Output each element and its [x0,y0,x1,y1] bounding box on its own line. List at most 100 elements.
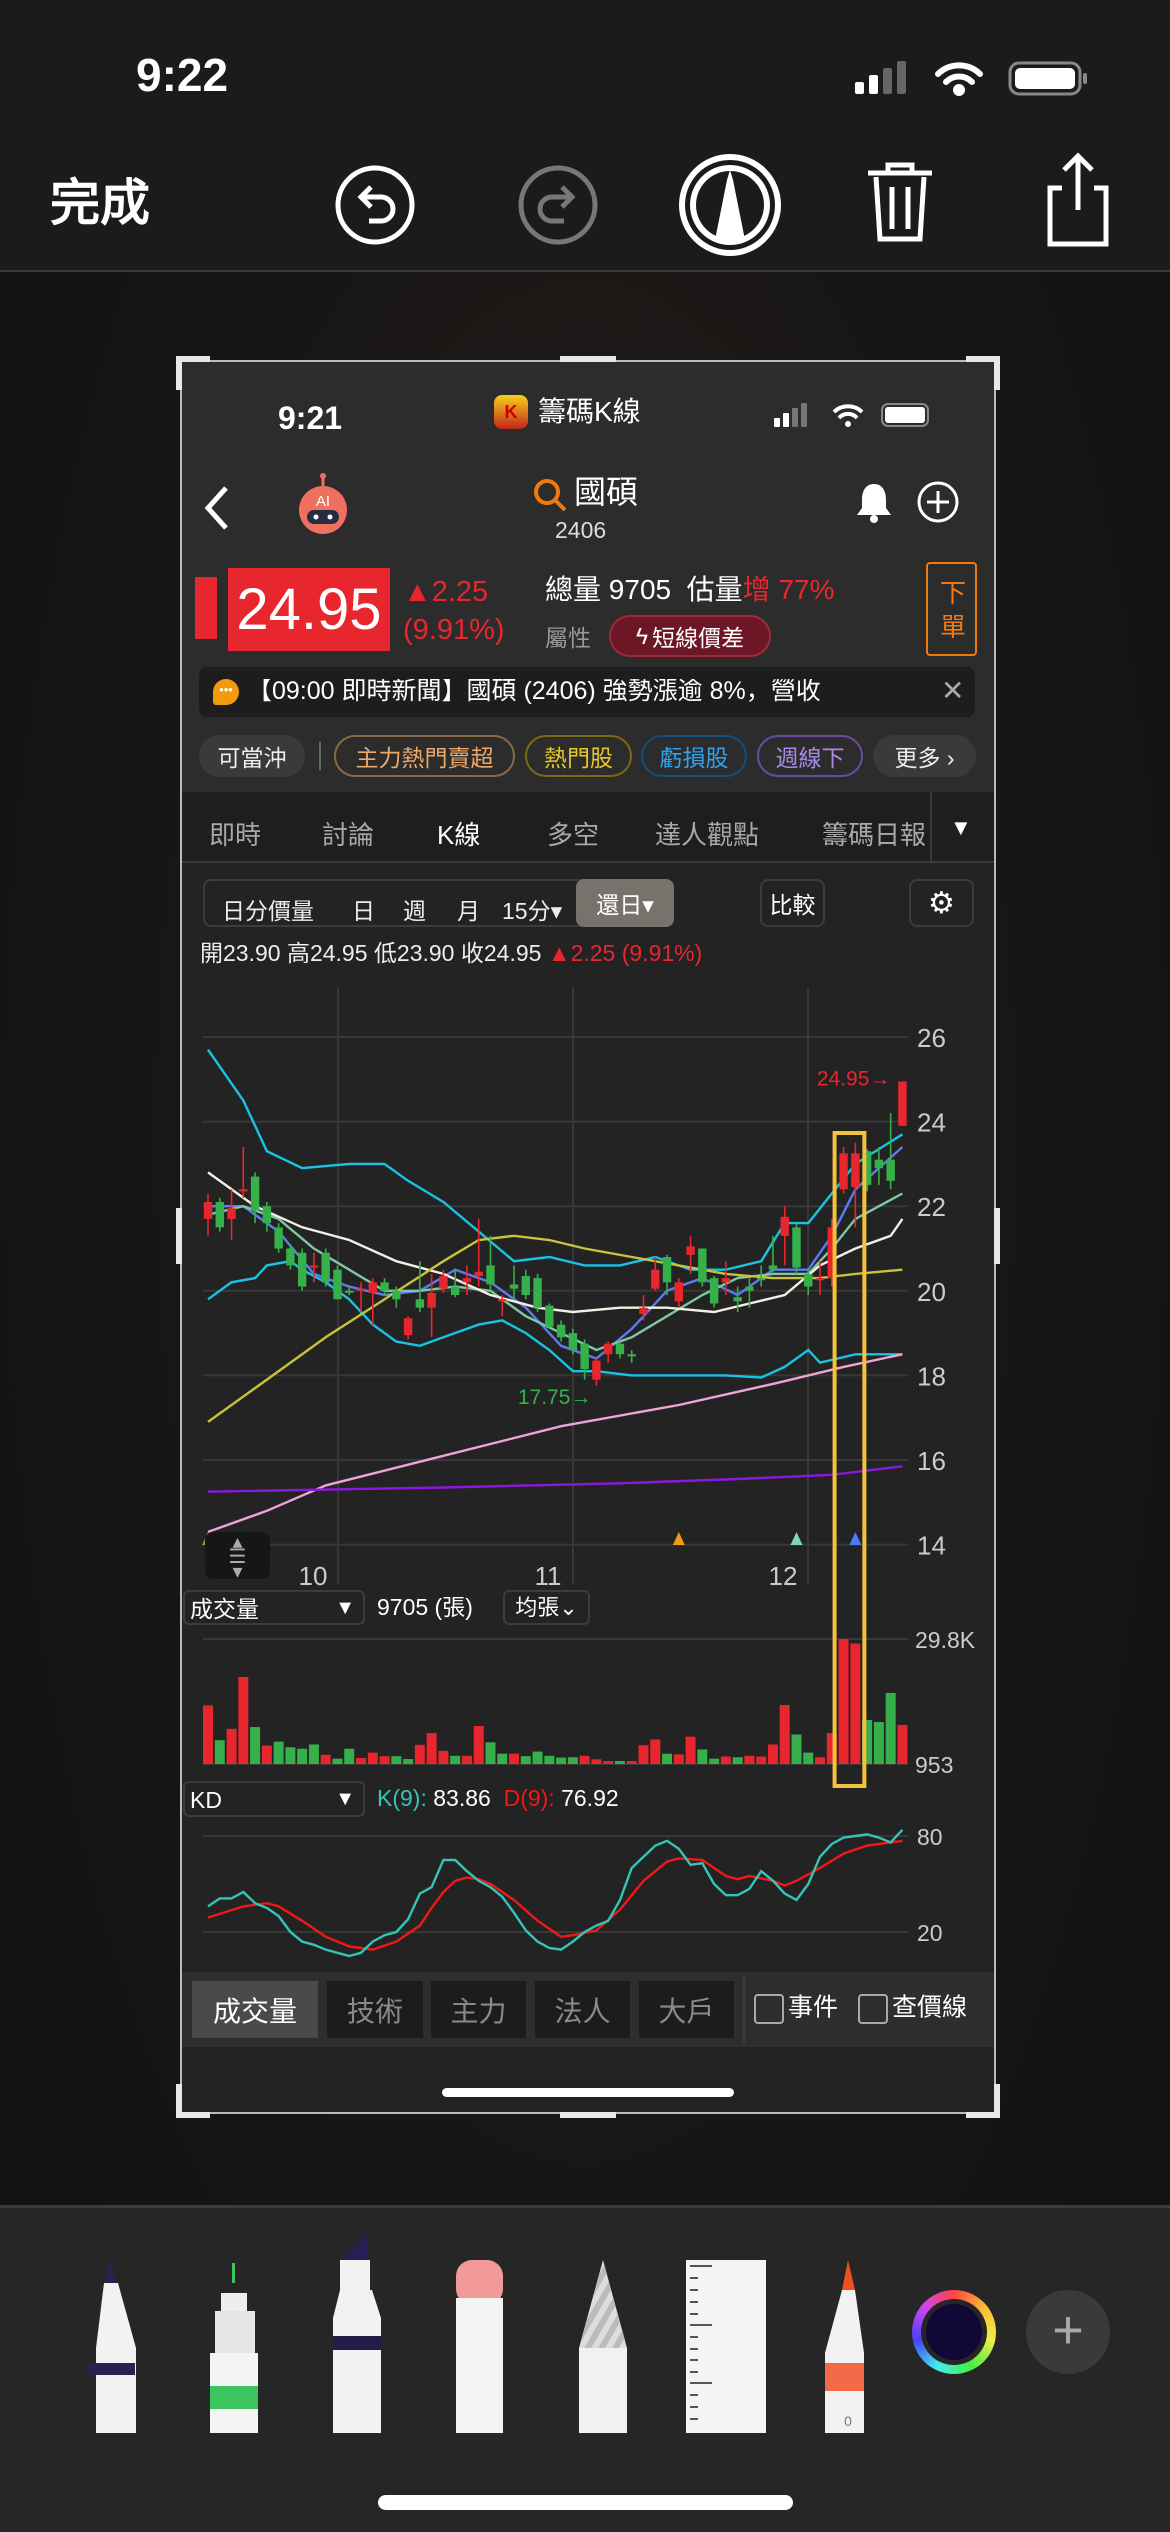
volume-bar [520,1756,531,1764]
volume-bar [732,1757,743,1764]
candle-up [780,1216,789,1236]
kd-indicator-select[interactable]: KD ▼ [183,1781,365,1817]
candle-down [615,1343,625,1355]
undo-button[interactable] [333,163,417,247]
volume-bar [320,1754,331,1764]
add-tool-button[interactable]: + [1026,2290,1110,2374]
markup-pen-button[interactable] [677,152,783,258]
volume-bar [450,1755,461,1764]
tab-main-force[interactable]: 主力 [431,1981,526,2038]
candle-down [509,1284,519,1289]
share-button[interactable] [1040,150,1116,250]
candle-up [815,1278,825,1281]
pencil-tool[interactable] [579,2260,627,2433]
home-indicator [378,2495,793,2510]
crayon-tool[interactable]: 0 [825,2260,864,2433]
volume-bar [308,1744,319,1764]
candle-down [756,1278,766,1281]
volume-bar [767,1744,778,1764]
price-line-checkbox[interactable]: 查價線 [858,1994,967,2024]
price-line-label: 查價線 [892,1993,968,2022]
volume-bar [873,1722,884,1764]
candle-up [239,1189,248,1192]
candle-up [462,1278,472,1283]
screenshot-canvas[interactable]: 9:21 K 籌碼K線 AI 國碩 2406 24.95 ▲2.25 (9.91… [180,360,996,2114]
volume-bar [497,1753,508,1764]
d-label: D(9): [503,1785,555,1811]
price-tick-label: 24 [917,1108,946,1138]
volume-bar [897,1724,908,1764]
candle-up [686,1246,695,1255]
volume-bar [203,1705,213,1764]
volume-value: 9705 (張) [377,1594,473,1620]
volume-bar [603,1761,614,1764]
volume-bar [344,1748,355,1764]
events-checkbox[interactable]: 事件 [754,1994,838,2024]
event-marker-icon[interactable] [672,1532,685,1545]
candle-down [709,1278,719,1304]
done-button[interactable]: 完成 [50,178,150,228]
volume-bar [273,1741,284,1764]
max-price-label: 24.95→ [817,1067,891,1090]
tool-palette: 0 + [0,2205,1170,2532]
battery-icon [1008,61,1087,96]
volume-bar [779,1705,790,1764]
volume-tick-label: 29.8K [915,1627,976,1653]
volume-bar [214,1740,225,1764]
event-marker-icon[interactable] [790,1532,803,1545]
candle-up [651,1269,660,1289]
fineliner-tool[interactable] [210,2263,258,2433]
candle-down [733,1297,742,1302]
k-value: 83.86 [433,1785,491,1811]
candle-down [580,1343,589,1370]
resize-handle-icon[interactable]: ▴ ☰ ▾ [205,1532,270,1582]
k-label: K(9): [377,1785,427,1811]
volume-bar [756,1756,767,1764]
candle-up [474,1271,483,1276]
pen-tool[interactable] [87,2258,136,2433]
wifi-icon [935,62,983,96]
volume-bar [744,1755,755,1764]
ruler-tool[interactable] [686,2260,766,2433]
volume-bar [638,1745,649,1764]
kd-tick-label: 80 [917,1824,943,1850]
candle-down [874,1159,884,1169]
candle-down [545,1305,554,1327]
candle-up [721,1278,731,1283]
average-lots-button[interactable]: 均張⌄ [503,1590,590,1625]
tab-major-holders[interactable]: 大戶 [639,1981,734,2038]
candle-up [427,1292,436,1308]
kd-values: K(9): 83.86 D(9): 76.92 [377,1787,619,1810]
marker-tool[interactable] [333,2233,381,2433]
chevron-down-icon: ▼ [335,1597,355,1619]
tab-technical[interactable]: 技術 [327,1981,423,2038]
candle-up [403,1318,413,1336]
trash-button[interactable] [862,155,938,245]
checkbox-icon [754,1994,784,2024]
kd-select-label: KD [190,1787,222,1813]
tab-volume[interactable]: 成交量 [192,1981,318,2038]
candle-down [745,1286,754,1291]
volume-bar [650,1739,661,1764]
eraser-tool[interactable] [456,2260,503,2433]
kline-chart[interactable]: 26 24 22 20 18 16 14 10 11 12 24.95→ 17.75→ 29.8K 953… [182,362,996,2114]
candle-up [898,1081,907,1126]
volume-bar [544,1755,555,1764]
volume-bar [850,1643,861,1764]
candle-down [886,1159,895,1181]
redo-button[interactable] [516,163,600,247]
volume-indicator-select[interactable]: 成交量 ▼ [183,1590,365,1625]
tab-institutional[interactable]: 法人 [535,1981,630,2038]
candle-down [768,1265,778,1270]
candle-up [498,1299,507,1302]
color-picker-button[interactable] [912,2290,996,2374]
candle-down [792,1227,801,1268]
candle-down [321,1252,330,1283]
volume-bar [803,1752,814,1764]
candle-down [415,1299,425,1308]
volume-bar [379,1756,390,1764]
event-marker-icon[interactable] [849,1532,862,1545]
volume-bar [403,1759,414,1764]
volume-bar [838,1639,849,1764]
x-axis-label: 12 [769,1561,798,1591]
